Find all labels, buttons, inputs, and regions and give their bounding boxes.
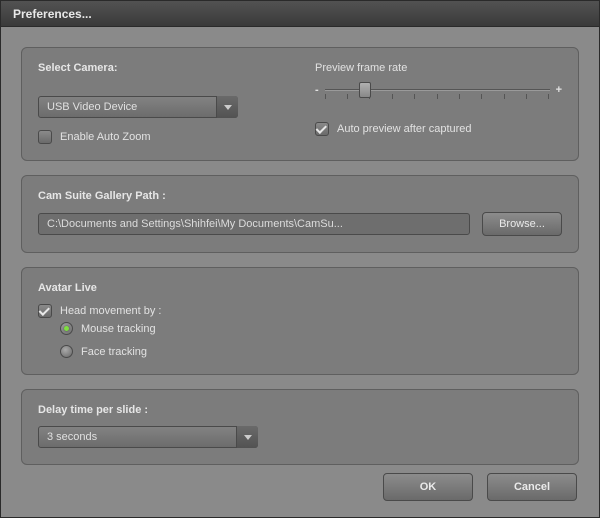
content-area: Select Camera: USB Video Device Enable A… [1, 27, 599, 517]
gallery-path-field[interactable]: C:\Documents and Settings\Shihfei\My Doc… [38, 213, 470, 235]
gallery-path-value: C:\Documents and Settings\Shihfei\My Doc… [47, 218, 343, 230]
preferences-window: Preferences... Select Camera: USB Video … [0, 0, 600, 518]
frame-rate-slider[interactable] [325, 80, 550, 100]
delay-time-select[interactable]: 3 seconds [38, 426, 258, 448]
enable-auto-zoom-label: Enable Auto Zoom [60, 131, 151, 143]
preview-frame-rate-label: Preview frame rate [315, 62, 562, 74]
enable-auto-zoom-checkbox[interactable] [38, 130, 52, 144]
titlebar: Preferences... [1, 1, 599, 27]
camera-panel: Select Camera: USB Video Device Enable A… [21, 47, 579, 161]
head-movement-checkbox[interactable] [38, 304, 52, 318]
delay-time-panel: Delay time per slide : 3 seconds [21, 389, 579, 465]
select-camera-label: Select Camera: [38, 62, 285, 74]
face-tracking-label: Face tracking [81, 346, 147, 358]
slider-plus-label: + [556, 84, 562, 96]
delay-time-value: 3 seconds [47, 431, 97, 443]
window-title: Preferences... [13, 7, 92, 21]
avatar-live-label: Avatar Live [38, 282, 562, 294]
ok-button[interactable]: OK [383, 473, 473, 501]
auto-preview-label: Auto preview after captured [337, 123, 472, 135]
browse-button[interactable]: Browse... [482, 212, 562, 236]
camera-device-value: USB Video Device [47, 101, 137, 113]
avatar-live-panel: Avatar Live Head movement by : Mouse tra… [21, 267, 579, 375]
head-movement-label: Head movement by : [60, 305, 162, 317]
cancel-button[interactable]: Cancel [487, 473, 577, 501]
camera-device-select[interactable]: USB Video Device [38, 96, 238, 118]
gallery-path-label: Cam Suite Gallery Path : [38, 190, 562, 202]
face-tracking-radio[interactable] [60, 345, 73, 358]
slider-minus-label: - [315, 84, 319, 96]
mouse-tracking-radio[interactable] [60, 322, 73, 335]
delay-time-label: Delay time per slide : [38, 404, 562, 416]
gallery-path-panel: Cam Suite Gallery Path : C:\Documents an… [21, 175, 579, 253]
mouse-tracking-label: Mouse tracking [81, 323, 156, 335]
slider-thumb[interactable] [359, 82, 371, 98]
dialog-footer: OK Cancel [383, 473, 577, 501]
auto-preview-checkbox[interactable] [315, 122, 329, 136]
